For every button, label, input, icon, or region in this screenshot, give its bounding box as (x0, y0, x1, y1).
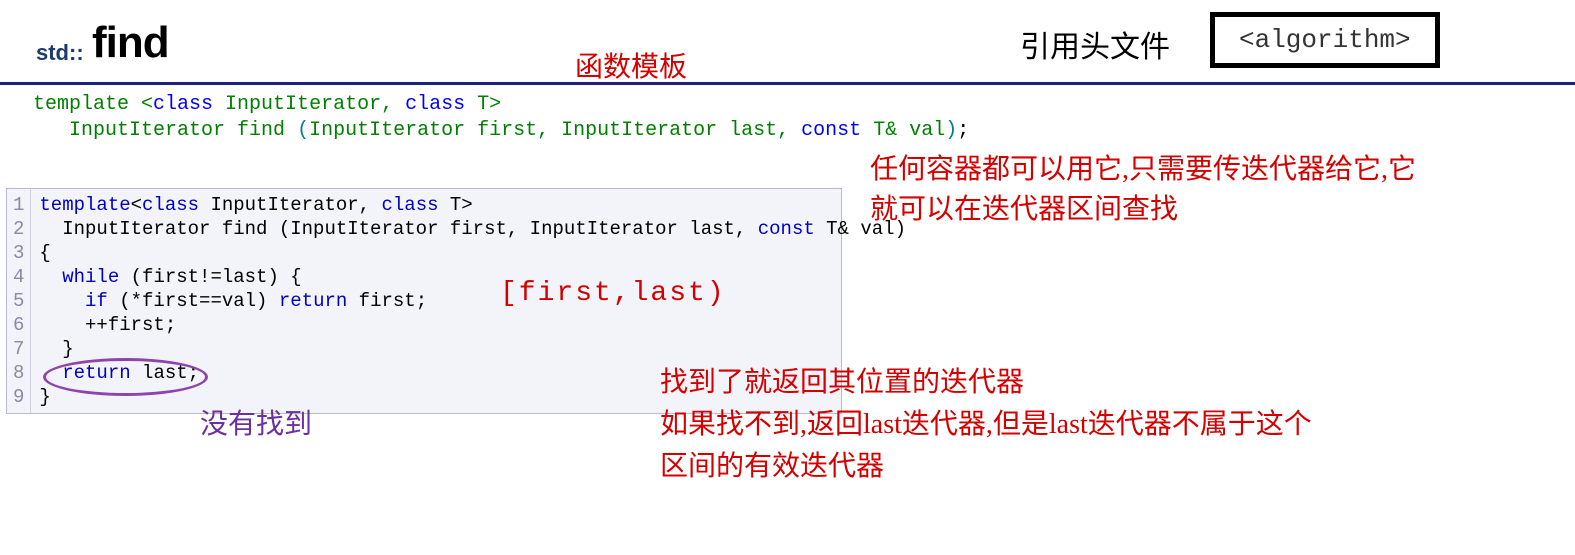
function-signature: template <class InputIterator, class T> … (33, 92, 969, 144)
while-cond: (first!=last) { (119, 266, 301, 288)
type-param-2: T> (439, 194, 473, 216)
annotation-usage: 任何容器都可以用它,只需要传迭代器给它,它 就可以在迭代器区间查找 (870, 150, 1416, 230)
kw-return-1: return (279, 290, 347, 312)
kw-return-2: return (62, 362, 130, 384)
params: InputIterator first, InputIterator last, (309, 119, 801, 142)
include-label: 引用头文件 (1020, 22, 1170, 66)
indent-4 (39, 266, 62, 288)
brace-open: { (39, 242, 50, 264)
kw-const: const (758, 218, 815, 240)
kw-class-1: class (153, 93, 213, 116)
function-name: find (92, 18, 169, 68)
include-header-box: <algorithm> (1210, 12, 1440, 68)
indent (33, 119, 69, 142)
params-rest: T& val (861, 119, 945, 142)
increment: ++first; (39, 314, 176, 336)
type-2: T (465, 93, 489, 116)
kw-const: const (801, 119, 861, 142)
line-2-rest: T& val) (815, 218, 906, 240)
header-section: std:: find 函数模板 引用头文件 <algorithm> (0, 0, 1575, 85)
brace-close-outer: } (39, 386, 50, 408)
angle-close: > (489, 93, 501, 116)
type-1: InputIterator, (213, 93, 405, 116)
paren-close: ) (945, 119, 957, 142)
angle-bracket: < (131, 194, 142, 216)
return-first: first; (347, 290, 427, 312)
range-annotation: [first,last) (500, 278, 726, 309)
kw-class-2: class (405, 93, 465, 116)
kw-template: template (33, 93, 129, 116)
not-found-annotation: 没有找到 (200, 402, 312, 442)
brace-close-inner: } (39, 338, 73, 360)
paren-open: ( (297, 119, 309, 142)
type-param-1: InputIterator, (199, 194, 381, 216)
semicolon: ; (957, 119, 969, 142)
line-2-sig: InputIterator find (InputIterator first,… (39, 218, 757, 240)
angle-open: < (129, 93, 153, 116)
kw-while: while (62, 266, 119, 288)
kw-if: if (85, 290, 108, 312)
subtitle-label: 函数模板 (575, 45, 687, 85)
kw-template: template (39, 194, 130, 216)
line-numbers: 1 2 3 4 5 6 7 8 9 (7, 189, 31, 413)
return-type: InputIterator find (69, 119, 297, 142)
return-last: last; (131, 362, 199, 384)
kw-class-2: class (381, 194, 438, 216)
return-behavior-annotation: 找到了就返回其位置的迭代器 如果找不到,返回last迭代器,但是last迭代器不… (660, 362, 1312, 488)
namespace-prefix: std:: (36, 40, 84, 66)
indent-8 (39, 362, 62, 384)
indent-5 (39, 290, 85, 312)
if-cond: (*first==val) (108, 290, 279, 312)
kw-class: class (142, 194, 199, 216)
